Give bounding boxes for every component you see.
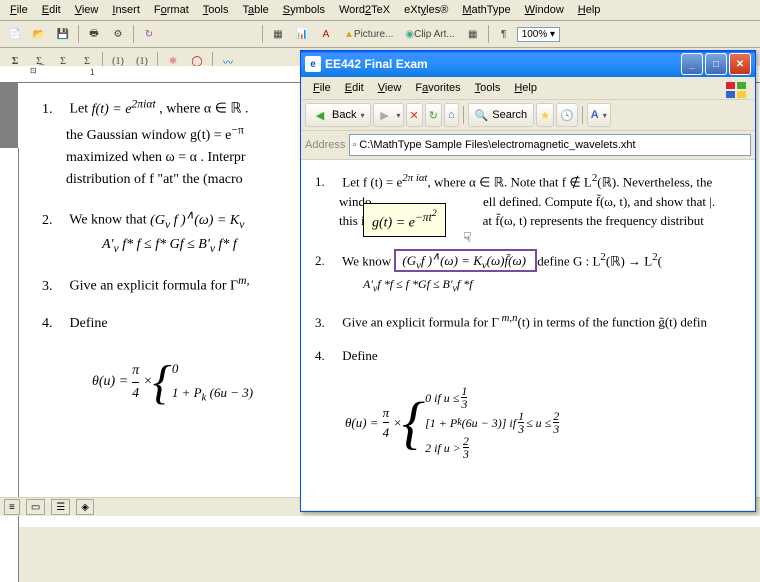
close-button[interactable]: ✕ (729, 53, 751, 75)
popup-q4: 4. Define θ(u) = π4 × { 0 if u ≤ 13 [1 +… (315, 346, 747, 460)
menu-help[interactable]: Help (572, 2, 607, 18)
menu-view[interactable]: View (69, 2, 105, 18)
clipart-button[interactable]: ◉Clip Art... (400, 23, 459, 45)
popup-menu-help[interactable]: Help (508, 80, 543, 96)
view-page-icon[interactable]: ▭ (26, 499, 45, 515)
popup-titlebar[interactable]: e EE442 Final Exam _ □ ✕ (301, 51, 755, 77)
page-icon: ▫ (352, 139, 356, 151)
cursor-hand-icon: ☟ (463, 229, 472, 246)
menu-format[interactable]: Format (148, 2, 195, 18)
equation-tooltip: g(t) = e−πt2 (363, 203, 446, 237)
chart-icon[interactable]: 📊 (291, 23, 313, 45)
popup-app-icon: e (305, 56, 321, 72)
table-icon[interactable]: ▦ (267, 23, 289, 45)
main-toolbar-1: 📄 📂 💾 🖶 ⚙ ↻ ▦ 📊 Α ▲Picture... ◉Clip Art.… (0, 21, 760, 48)
favorites-button[interactable]: ★ (536, 103, 554, 127)
main-menubar: FFileile Edit View Insert Format Tools T… (0, 0, 760, 21)
tool-icon[interactable]: ⚙ (107, 23, 129, 45)
popup-toolbar: ◀Back▾ ▶▾ ✕ ↻ ⌂ 🔍Search ★ 🕓 A▾ (301, 100, 755, 131)
popup-q2: 2. We know (Gνf )∧(ω) = Kν(ω)f̃(ω) defin… (315, 249, 747, 297)
popup-menu-edit[interactable]: Edit (339, 80, 370, 96)
view-web-icon[interactable]: ◈ (76, 499, 94, 515)
menu-table[interactable]: Table (236, 2, 274, 18)
menu-word2tex[interactable]: Word2TeX (333, 2, 396, 18)
popup-title: EE442 Final Exam (325, 57, 428, 71)
para-icon[interactable]: ¶ (493, 23, 515, 45)
minimize-button[interactable]: _ (681, 53, 703, 75)
popup-menu-view[interactable]: View (372, 80, 408, 96)
open-icon[interactable]: 📂 (28, 23, 50, 45)
font-button[interactable]: A▾ (587, 103, 611, 127)
picture-button[interactable]: ▲Picture... (339, 23, 398, 45)
menu-symbols[interactable]: Symbols (277, 2, 331, 18)
menu-window[interactable]: Window (519, 2, 570, 18)
save-icon[interactable]: 💾 (52, 23, 74, 45)
address-bar: Address ▫ C:\MathType Sample Files\elect… (301, 131, 755, 160)
popup-menubar: File Edit View Favorites Tools Help (301, 77, 755, 100)
menu-mathtype[interactable]: MathType (456, 2, 516, 18)
refresh-icon[interactable]: ↻ (138, 23, 160, 45)
zoom-box[interactable]: 100% ▾ (517, 27, 560, 42)
view-outline-icon[interactable]: ☰ (51, 499, 70, 515)
menu-tools[interactable]: Tools (197, 2, 235, 18)
maximize-button[interactable]: □ (705, 53, 727, 75)
forward-button[interactable]: ▶▾ (373, 103, 403, 127)
menu-insert[interactable]: Insert (106, 2, 146, 18)
back-button[interactable]: ◀Back▾ (305, 103, 371, 127)
popup-menu-favorites[interactable]: Favorites (409, 80, 466, 96)
view-normal-icon[interactable]: ≡ (4, 499, 20, 515)
home-button[interactable]: ⌂ (444, 103, 459, 127)
stop-button[interactable]: ✕ (406, 103, 423, 127)
popup-menu-file[interactable]: File (307, 80, 337, 96)
address-label: Address (305, 139, 345, 151)
menu-edit[interactable]: Edit (36, 2, 67, 18)
menu-file[interactable]: FFileile (4, 2, 34, 18)
print-icon[interactable]: 🖶 (83, 23, 105, 45)
popup-menu-tools[interactable]: Tools (469, 80, 507, 96)
address-input[interactable]: ▫ C:\MathType Sample Files\electromagnet… (349, 134, 751, 156)
menu-extyles[interactable]: eXtyles® (398, 2, 454, 18)
popup-q3: 3. Give an explicit formula for Γ m,n(t)… (315, 310, 747, 332)
search-button[interactable]: 🔍Search (468, 103, 535, 127)
refresh-button[interactable]: ↻ (425, 103, 442, 127)
vertical-ruler[interactable] (0, 148, 19, 582)
windows-logo-icon (725, 81, 749, 101)
alpha-icon[interactable]: Α (315, 23, 337, 45)
history-button[interactable]: 🕓 (556, 103, 578, 127)
popup-window: e EE442 Final Exam _ □ ✕ File Edit View … (300, 50, 756, 512)
new-doc-icon[interactable]: 📄 (4, 23, 26, 45)
equation-highlight[interactable]: (Gνf )∧(ω) = Kν(ω)f̃(ω) (394, 249, 537, 272)
grid-icon[interactable]: ▦ (462, 23, 484, 45)
